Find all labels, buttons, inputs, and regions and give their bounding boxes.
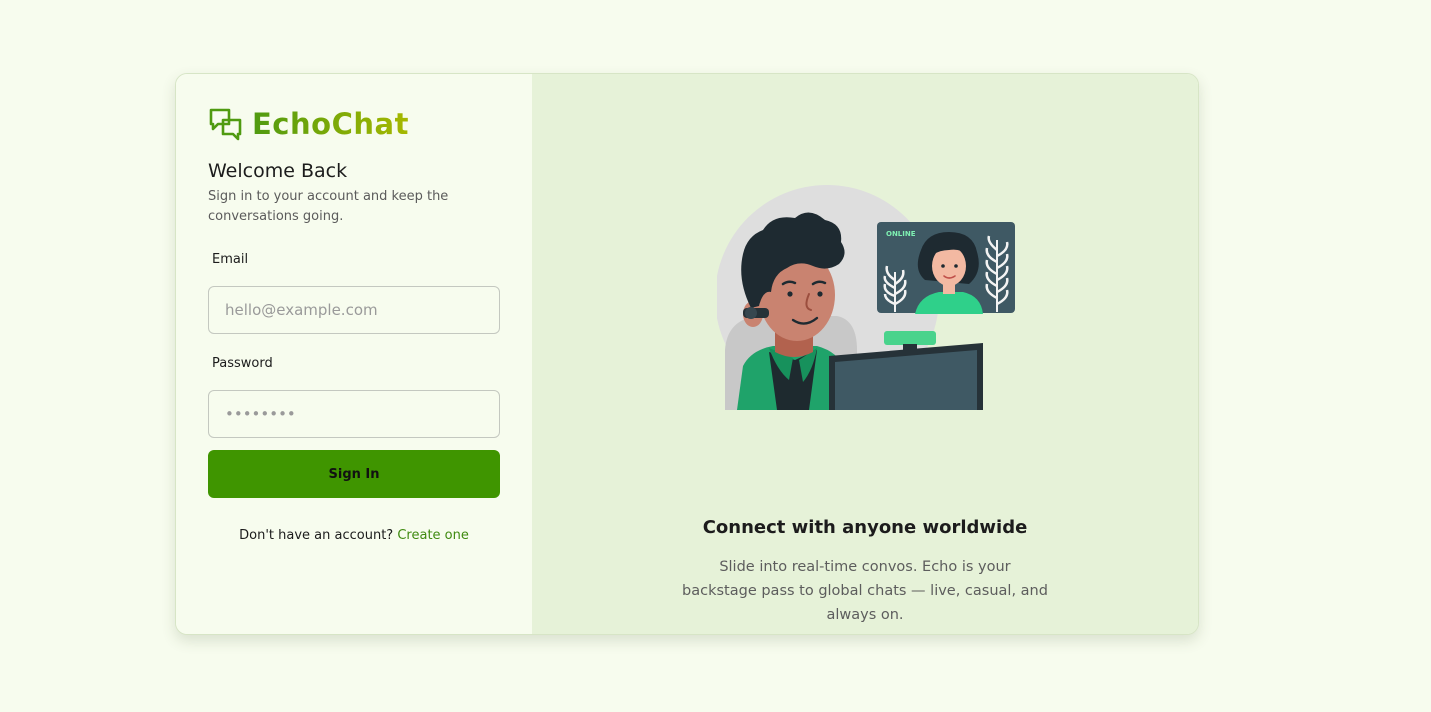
password-field[interactable]	[208, 390, 500, 438]
brand-logo: EchoChat	[209, 107, 409, 141]
signup-prompt-text: Don't have an account?	[239, 528, 394, 543]
page-subtitle: Sign in to your account and keep the con…	[208, 189, 449, 224]
login-card: EchoChat Welcome Back Sign in to your ac…	[175, 73, 1199, 635]
chat-bubbles-icon	[209, 108, 242, 141]
create-account-link[interactable]: Create one	[397, 528, 469, 543]
video-call-illustration: ONLINE	[717, 185, 1015, 410]
online-badge: ONLINE	[886, 230, 916, 238]
promo-text: Slide into real-time convos. Echo is you…	[682, 559, 1048, 623]
sign-in-button[interactable]: Sign In	[208, 450, 500, 498]
brand-name: EchoChat	[252, 107, 409, 141]
email-field[interactable]	[208, 286, 500, 334]
promo-title: Connect with anyone worldwide	[702, 517, 1028, 538]
login-panel: EchoChat Welcome Back Sign in to your ac…	[176, 74, 532, 634]
email-label: Email	[212, 252, 249, 267]
page-title: Welcome Back	[208, 160, 348, 182]
password-label: Password	[212, 356, 273, 371]
signup-prompt: Don't have an account? Create one	[176, 528, 532, 543]
promo-panel: ONLINE Connect with anyone worldwide Sli…	[532, 74, 1198, 634]
